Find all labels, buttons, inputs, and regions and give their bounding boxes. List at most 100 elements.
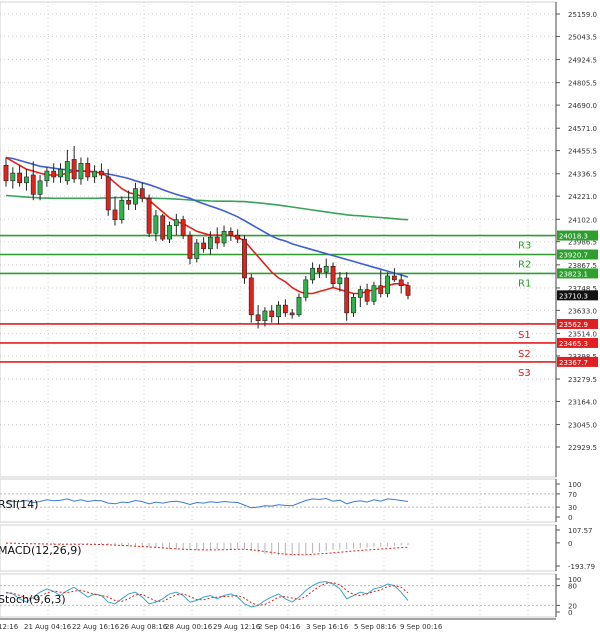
- candle-body-down: [160, 215, 166, 240]
- candle-body-up: [37, 180, 43, 195]
- sub-tick-label: 0: [568, 540, 572, 548]
- time-tick-label: 28 Aug 00:16: [165, 623, 213, 631]
- sub-tick-label: 100: [568, 481, 581, 489]
- sub-tick-label: 0: [568, 609, 572, 617]
- candle-body-down: [391, 275, 397, 281]
- time-tick-label: 29 Aug 12:16: [213, 623, 261, 631]
- level-tag-r1: R1: [518, 278, 531, 289]
- level-price-label: 24018.3: [559, 233, 588, 241]
- price-tick-label: 23514.0: [568, 330, 597, 338]
- time-tick-label: 2 Sep 04:16: [258, 623, 301, 631]
- candle: [330, 262, 336, 288]
- candle-body-up: [119, 199, 125, 220]
- price-tick-label: 24221.0: [568, 193, 597, 201]
- candle-body-up: [371, 285, 377, 302]
- candle-body-down: [398, 279, 404, 287]
- indicator-label: Stoch(9,6,3): [0, 593, 66, 606]
- candle-body-down: [139, 188, 145, 199]
- candle-body-down: [317, 267, 322, 273]
- candle-body-down: [126, 199, 132, 205]
- candle-body-up: [173, 219, 179, 226]
- candle-body-down: [201, 242, 207, 250]
- chart-canvas: 25159.0 25043.5 24924.5 24805.5 24690.0 24571…: [0, 0, 600, 635]
- level-tag-r3: R3: [518, 241, 531, 252]
- sub-plot-frame: [0, 573, 557, 618]
- candle-body-up: [92, 170, 97, 178]
- candle-body-up: [310, 267, 316, 281]
- main-price-panel: 25159.0 25043.5 24924.5 24805.5 24690.0 24571…: [0, 1, 598, 478]
- candle-body-down: [180, 219, 186, 236]
- candle-body-down: [98, 170, 104, 176]
- time-tick-label: 3 Sep 16:16: [306, 623, 349, 631]
- candle-body-up: [221, 231, 227, 244]
- level-price-label: 23562.9: [559, 321, 588, 329]
- price-tick-label: 24455.5: [568, 148, 597, 156]
- level-price-label: 23920.7: [559, 251, 588, 259]
- sub-plot-frame: [0, 524, 557, 572]
- candle: [119, 196, 125, 224]
- candle-body-up: [44, 170, 50, 182]
- candle: [146, 194, 152, 238]
- level-price-label: 23465.3: [559, 340, 588, 348]
- candle-body-down: [255, 314, 261, 321]
- time-tick-label: 5 Sep 08:16: [354, 623, 397, 631]
- sub-tick-label: 107.57: [568, 527, 593, 535]
- candle-body-down: [51, 170, 57, 178]
- candle-body-up: [64, 161, 70, 182]
- candle: [385, 272, 390, 298]
- candle-body-down: [85, 163, 91, 178]
- time-tick-label: 12:16: [0, 623, 19, 631]
- candle-body-up: [323, 265, 329, 273]
- candle-body-down: [405, 285, 411, 296]
- time-tick-label: 9 Sep 00:16: [400, 623, 443, 631]
- candle-body-up: [24, 176, 29, 184]
- candle-body-up: [78, 163, 84, 180]
- price-tick-label: 24690.0: [568, 102, 597, 110]
- price-tick-label: 23164.0: [568, 398, 597, 406]
- stoch-panel: 10080200Stoch(9,6,3): [0, 573, 581, 618]
- candle: [160, 213, 166, 242]
- candle-body-up: [194, 242, 200, 259]
- candle-body-up: [167, 225, 172, 240]
- candle-body-up: [58, 168, 63, 178]
- time-tick-label: 22 Aug 16:16: [72, 623, 120, 631]
- candle-body-down: [282, 304, 288, 314]
- price-tick-label: 25159.0: [568, 11, 597, 19]
- level-tag-r2: R2: [518, 259, 531, 270]
- candle-body-up: [357, 289, 363, 298]
- candle-body-up: [262, 310, 268, 321]
- candle-body-down: [17, 172, 23, 184]
- candle-body-down: [378, 285, 384, 294]
- level-price-label: 23823.1: [559, 270, 588, 278]
- candle-body-down: [248, 277, 254, 316]
- indicator-label: RSI(14): [0, 498, 38, 511]
- candle-body-down: [214, 236, 220, 244]
- candle-body-down: [344, 277, 350, 314]
- candle-body-down: [3, 164, 9, 182]
- candle-body-up: [337, 277, 343, 285]
- candle-body-up: [385, 275, 390, 294]
- price-tick-label: 22929.5: [568, 444, 597, 452]
- macd-panel: 107.57 0 -193.79 MACD(12,26,9): [0, 524, 595, 572]
- level-tag-s3: S3: [518, 368, 531, 379]
- price-tick-label: 23633.0: [568, 307, 597, 315]
- price-tick-label: 24336.5: [568, 171, 597, 179]
- price-tick-label: 24571.0: [568, 125, 597, 133]
- current-price-label: 23710.3: [559, 292, 588, 300]
- candle: [242, 235, 247, 284]
- candle-body-down: [235, 234, 241, 240]
- rsi-panel: 100 70 30 0 RSI(14): [0, 478, 581, 523]
- price-tick-label: 23045.0: [568, 422, 597, 430]
- price-tick-label: 24102.0: [568, 216, 597, 224]
- candle-body-down: [289, 312, 295, 316]
- level-tag-s2: S2: [518, 349, 531, 360]
- candle-body-down: [112, 209, 118, 220]
- candle-body-down: [105, 176, 111, 211]
- candle-body-down: [269, 310, 275, 318]
- sub-tick-label: 0: [568, 514, 572, 522]
- candle-body-down: [187, 234, 193, 259]
- candle-body-down: [71, 159, 77, 180]
- candle-body-down: [364, 289, 370, 302]
- sub-tick-label: 80: [568, 583, 577, 591]
- candle-body-down: [242, 238, 247, 279]
